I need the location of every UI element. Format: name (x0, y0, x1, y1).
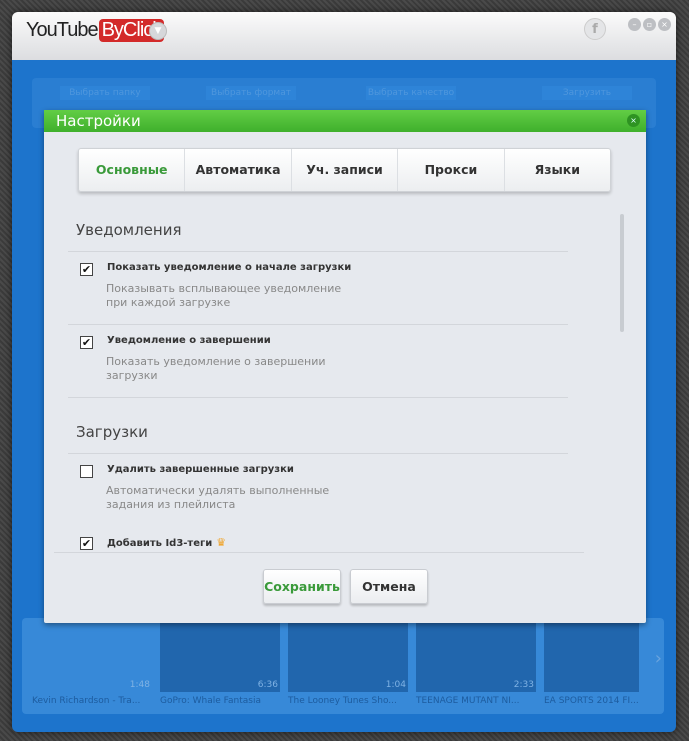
step-quality[interactable]: Выбрать качество (366, 86, 456, 100)
option-id3-tags: ✔ Добавить Id3-теги ♛ (44, 526, 626, 550)
video-title[interactable]: Kevin Richardson - Tra... (32, 696, 140, 706)
option-label: Удалить завершенные загрузки (107, 464, 294, 475)
scrollbar[interactable] (620, 214, 624, 332)
tab-languages[interactable]: Языки (503, 149, 610, 191)
option-description: Показывать всплывающее уведомление при к… (106, 282, 342, 309)
section-title: Уведомления (76, 221, 182, 239)
cancel-button[interactable]: Отмена (350, 569, 428, 604)
checkbox[interactable]: ✔ (80, 537, 93, 550)
video-thumb[interactable] (544, 622, 639, 692)
video-thumb[interactable]: 6:36 (160, 622, 280, 692)
app-logo: YouTube ByClick (26, 19, 165, 42)
video-title[interactable]: GoPro: Whale Fantasia (160, 696, 261, 706)
duration: 1:04 (385, 680, 406, 690)
option-label: Показать уведомление о начале загрузки (107, 262, 352, 273)
checkbox[interactable]: ✔ (80, 263, 93, 276)
duration: 1:48 (129, 680, 150, 690)
tab-proxy[interactable]: Прокси (397, 149, 503, 191)
tab-automation[interactable]: Автоматика (184, 149, 290, 191)
video-thumb[interactable]: 1:48 (32, 622, 152, 692)
option-remove-finished: Удалить завершенные загрузки Автоматичес… (44, 454, 626, 526)
close-icon[interactable]: × (627, 114, 640, 127)
close-icon[interactable]: × (658, 18, 671, 31)
crown-icon: ♛ (216, 536, 227, 549)
video-thumb[interactable]: 2:33 (416, 622, 536, 692)
save-button[interactable]: Сохранить (263, 569, 341, 604)
minimize-icon[interactable]: – (628, 18, 641, 31)
settings-dialog: Настройки × Основные Автоматика Уч. запис… (44, 110, 646, 623)
dropdown-menu-icon[interactable]: ▼ (149, 22, 167, 40)
video-title[interactable]: The Looney Tunes Sho... (288, 696, 397, 706)
maximize-icon[interactable]: ▫ (643, 18, 656, 31)
option-label: Уведомление о завершении (107, 335, 271, 346)
dialog-title: Настройки (56, 112, 141, 130)
video-title[interactable]: EA SPORTS 2014 FI... (544, 696, 639, 706)
step-format[interactable]: Выбрать формат (206, 86, 296, 100)
step-download[interactable]: Загрузить (542, 86, 632, 100)
option-description: Автоматически удалять выполненные задани… (106, 484, 330, 511)
option-start-notification: ✔ Показать уведомление о начале загрузки… (44, 252, 626, 324)
facebook-icon[interactable]: f (584, 18, 606, 40)
section-title: Загрузки (76, 423, 148, 441)
step-folder[interactable]: Выбрать папку (60, 86, 150, 100)
tab-bar: Основные Автоматика Уч. записи Прокси Яз… (78, 148, 611, 192)
video-thumb[interactable]: 1:04 (288, 622, 408, 692)
option-label: Добавить Id3-теги (107, 538, 213, 549)
checkbox[interactable] (80, 465, 93, 478)
video-strip: 1:48 Kevin Richardson - Tra... 6:36 GoPr… (22, 618, 664, 714)
settings-content: Уведомления ✔ Показать уведомление о нач… (44, 210, 626, 550)
logo-text: YouTube (26, 19, 99, 41)
duration: 2:33 (513, 680, 534, 690)
title-bar: YouTube ByClick ▼ f – ▫ × (12, 12, 676, 60)
chevron-right-icon[interactable]: › (655, 648, 662, 669)
option-finish-notification: ✔ Уведомление о завершении Показать увед… (44, 325, 626, 397)
checkbox[interactable]: ✔ (80, 336, 93, 349)
option-description: Показать уведомление о завершении загруз… (106, 355, 326, 382)
dialog-header: Настройки × (44, 110, 646, 132)
video-title[interactable]: TEENAGE MUTANT NI... (416, 696, 520, 706)
tab-general[interactable]: Основные (79, 149, 184, 191)
duration: 6:36 (257, 680, 278, 690)
option-label-wrap: Добавить Id3-теги ♛ (107, 536, 226, 549)
tab-accounts[interactable]: Уч. записи (290, 149, 397, 191)
